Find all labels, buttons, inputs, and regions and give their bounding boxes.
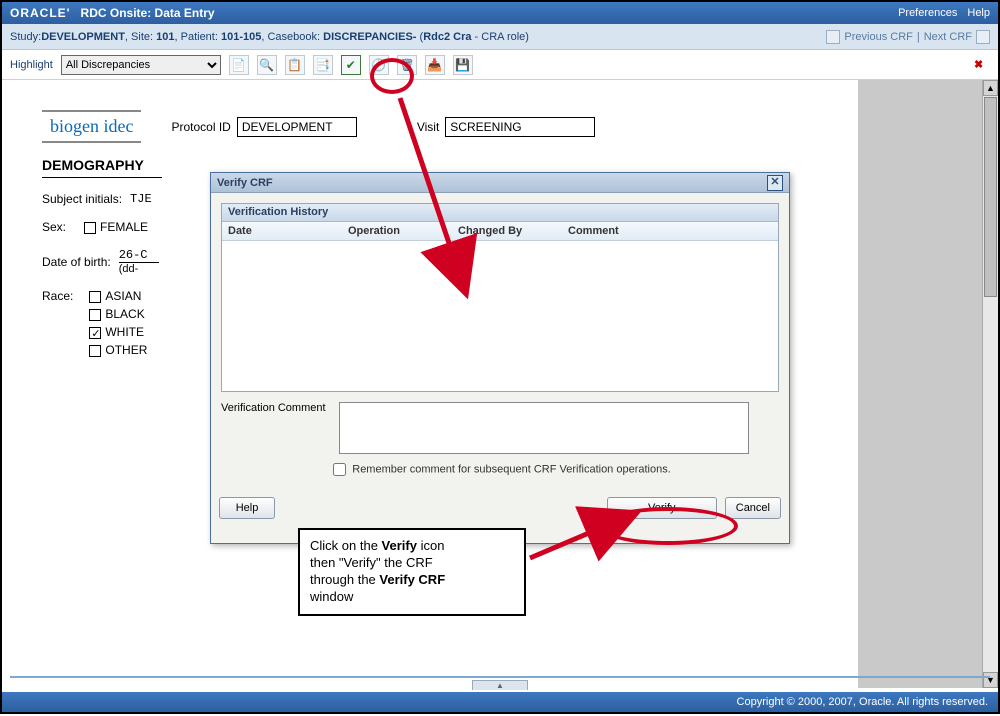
study-value: DEVELOPMENT xyxy=(41,31,125,43)
subject-label: Subject initials: xyxy=(42,192,122,206)
verification-comment-label: Verification Comment xyxy=(221,402,331,414)
toolbar-icon-8[interactable]: 📥 xyxy=(425,55,445,75)
delete-icon[interactable]: 🗑 xyxy=(397,55,417,75)
casebook-label: Casebook: xyxy=(267,31,320,43)
scroll-up-icon[interactable]: ▲ xyxy=(983,80,998,96)
dialog-title: Verify CRF xyxy=(217,177,273,189)
protocol-label: Protocol ID xyxy=(171,120,230,134)
dob-hint: (dd- xyxy=(119,263,159,275)
site-value: 101 xyxy=(156,31,174,43)
sex-female-label: FEMALE xyxy=(100,220,148,234)
next-crf-link[interactable]: Next CRF xyxy=(924,31,972,43)
race-black-label: BLACK xyxy=(105,307,144,321)
toolbar-icon-2[interactable]: 🔍 xyxy=(257,55,277,75)
history-header: Date Operation Changed By Comment xyxy=(222,222,778,241)
help-link[interactable]: Help xyxy=(967,7,990,19)
right-gutter: ▲ ▼ xyxy=(858,80,998,688)
verify-crf-dialog: Verify CRF ✕ Verification History Date O… xyxy=(210,172,790,544)
help-button[interactable]: Help xyxy=(219,497,275,519)
preferences-link[interactable]: Preferences xyxy=(898,7,957,19)
toolbar-icon-3[interactable]: 📋 xyxy=(285,55,305,75)
protocol-input[interactable] xyxy=(237,117,357,137)
visit-input[interactable] xyxy=(445,117,595,137)
col-comment: Comment xyxy=(562,222,778,240)
history-body xyxy=(222,241,778,391)
user-name: Rdc2 Cra xyxy=(423,31,471,43)
race-asian-label: ASIAN xyxy=(105,289,141,303)
patient-label: Patient: xyxy=(181,31,218,43)
visit-label: Visit xyxy=(417,120,439,134)
user-role: CRA role xyxy=(481,31,525,43)
race-other-checkbox[interactable] xyxy=(89,345,101,357)
next-crf-icon[interactable] xyxy=(976,30,990,44)
patient-value: 101-105 xyxy=(221,31,261,43)
toolbar-icon-6[interactable]: 🕒 xyxy=(369,55,389,75)
dialog-close-icon[interactable]: ✕ xyxy=(767,175,783,191)
oracle-brand: ORACLE' xyxy=(10,6,71,20)
race-white-label: WHITE xyxy=(105,325,144,339)
separator-line xyxy=(10,676,990,678)
previous-crf-link[interactable]: Previous CRF xyxy=(844,31,912,43)
verification-comment-input[interactable] xyxy=(339,402,749,454)
copyright: Copyright © 2000, 2007, Oracle. All righ… xyxy=(737,696,988,708)
footer: Copyright © 2000, 2007, Oracle. All righ… xyxy=(2,692,998,712)
cancel-button[interactable]: Cancel xyxy=(725,497,781,519)
toolbar: Highlight All Discrepancies 📄 🔍 📋 📑 ✔ 🕒 … xyxy=(2,50,998,80)
race-label: Race: xyxy=(42,289,73,303)
verify-button[interactable]: Verify xyxy=(607,497,717,519)
remember-comment-checkbox[interactable] xyxy=(333,463,346,476)
previous-crf-icon[interactable] xyxy=(826,30,840,44)
logo: biogen idec xyxy=(42,110,141,143)
save-icon[interactable]: 💾 xyxy=(453,55,473,75)
instruction-annotation: Click on the Verify icon then "Verify" t… xyxy=(298,528,526,616)
toolbar-icon-4[interactable]: 📑 xyxy=(313,55,333,75)
race-white-checkbox[interactable] xyxy=(89,327,101,339)
verify-icon[interactable]: ✔ xyxy=(341,55,361,75)
scroll-thumb[interactable] xyxy=(984,97,997,297)
collapse-handle[interactable]: ▲ xyxy=(472,680,528,690)
dob-label: Date of birth: xyxy=(42,255,111,269)
title-bar: ORACLE' RDC Onsite: Data Entry Preferenc… xyxy=(2,2,998,24)
app-title: RDC Onsite: Data Entry xyxy=(81,6,215,20)
toolbar-icon-1[interactable]: 📄 xyxy=(229,55,249,75)
scroll-down-icon[interactable]: ▼ xyxy=(983,672,998,688)
col-date: Date xyxy=(222,222,342,240)
close-icon[interactable]: ✖ xyxy=(974,58,990,71)
subject-value: TJE xyxy=(130,192,152,206)
remember-comment-label: Remember comment for subsequent CRF Veri… xyxy=(352,463,671,475)
col-changed-by: Changed By xyxy=(452,222,562,240)
sex-female-checkbox[interactable] xyxy=(84,222,96,234)
race-black-checkbox[interactable] xyxy=(89,309,101,321)
dob-value: 26-C xyxy=(119,248,159,263)
verification-history-panel: Verification History Date Operation Chan… xyxy=(221,203,779,392)
site-label: Site: xyxy=(131,31,153,43)
context-bar: Study: DEVELOPMENT , Site: 101 , Patient… xyxy=(2,24,998,50)
vertical-scrollbar[interactable]: ▲ ▼ xyxy=(982,80,998,688)
race-asian-checkbox[interactable] xyxy=(89,291,101,303)
study-label: Study: xyxy=(10,31,41,43)
history-title: Verification History xyxy=(222,204,778,222)
highlight-label: Highlight xyxy=(10,59,53,71)
highlight-select[interactable]: All Discrepancies xyxy=(61,55,221,75)
crf-nav: Previous CRF | Next CRF xyxy=(826,30,990,44)
race-other-label: OTHER xyxy=(105,343,147,357)
col-operation: Operation xyxy=(342,222,452,240)
casebook-value: DISCREPANCIES- xyxy=(323,31,416,43)
section-title: DEMOGRAPHY xyxy=(42,157,162,178)
sex-label: Sex: xyxy=(42,220,66,234)
